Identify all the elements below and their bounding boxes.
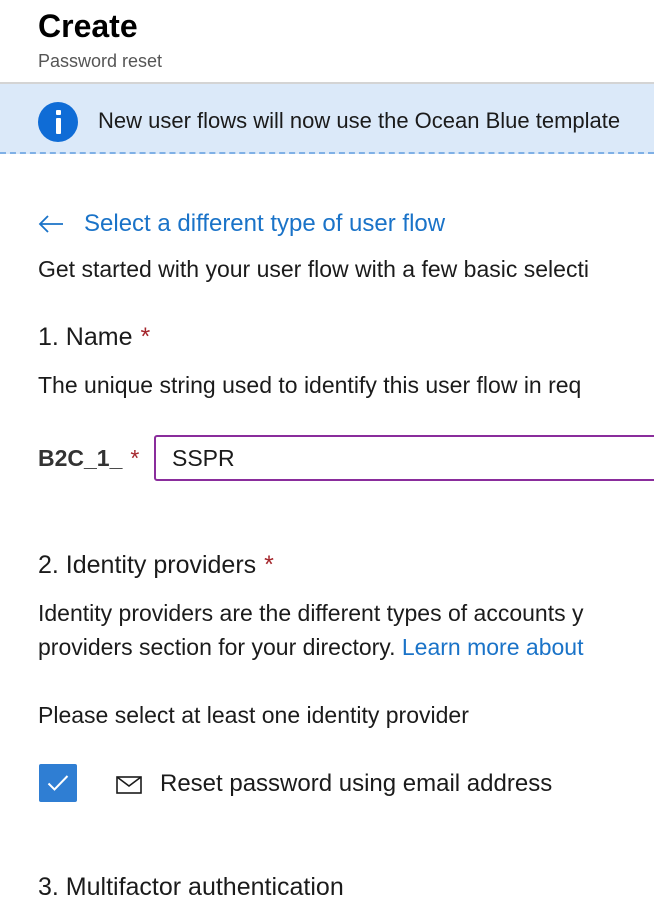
select-provider-prompt: Please select at least one identity prov… bbox=[38, 702, 469, 728]
section-mfa-heading: 3. Multifactor authentication bbox=[38, 873, 344, 898]
required-mark: * bbox=[264, 551, 274, 579]
section-name-description: The unique string used to identify this … bbox=[38, 372, 582, 398]
learn-more-link[interactable]: Learn more about bbox=[402, 634, 584, 660]
intro-text: Get started with your user flow with a f… bbox=[38, 256, 589, 282]
page-subtitle: Password reset bbox=[38, 51, 163, 71]
checkmark-icon bbox=[47, 775, 69, 791]
section-identity-providers-heading-text: 2. Identity providers bbox=[38, 551, 257, 579]
user-flow-name-input[interactable] bbox=[154, 435, 654, 481]
info-banner: New user flows will now use the Ocean Bl… bbox=[0, 84, 654, 154]
section-identity-providers-heading: 2. Identity providers * bbox=[38, 551, 274, 580]
identity-providers-description-line2: providers section for your directory. Le… bbox=[38, 630, 583, 664]
banner-text: New user flows will now use the Ocean Bl… bbox=[98, 108, 621, 133]
identity-providers-description-line1: Identity providers are the different typ… bbox=[38, 600, 584, 626]
create-user-flow-page: Create Password reset New user flows wil… bbox=[0, 0, 654, 898]
required-mark: * bbox=[140, 323, 151, 351]
info-icon bbox=[38, 102, 78, 142]
email-provider-checkbox[interactable] bbox=[39, 764, 77, 802]
mail-icon bbox=[116, 776, 142, 794]
page-header: Create Password reset bbox=[38, 6, 162, 72]
name-prefix-label: B2C_1_ * bbox=[38, 445, 139, 472]
email-provider-label[interactable]: Reset password using email address bbox=[160, 770, 552, 798]
name-prefix-text: B2C_1_ bbox=[38, 445, 123, 471]
identity-providers-description-text: providers section for your directory. bbox=[38, 634, 396, 660]
arrow-left-icon bbox=[38, 215, 63, 233]
section-name-heading: 1. Name * bbox=[38, 323, 150, 352]
required-mark: * bbox=[130, 445, 140, 471]
back-link-label[interactable]: Select a different type of user flow bbox=[84, 210, 445, 238]
page-title: Create bbox=[38, 8, 138, 44]
section-name-heading-text: 1. Name bbox=[38, 323, 133, 351]
